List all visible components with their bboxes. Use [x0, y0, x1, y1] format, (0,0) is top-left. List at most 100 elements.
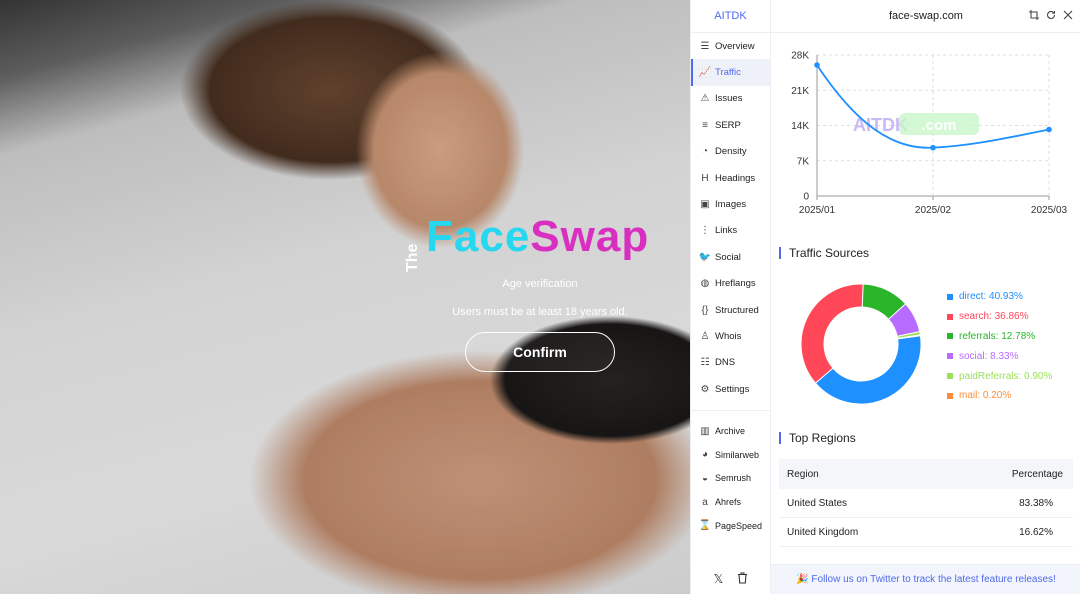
sidebar-item-headings[interactable]: H Headings: [691, 165, 770, 191]
aitdk-panel: AITDK ☰ Overview 📈 Traffic ⚠ Issues ≡ SERP ◔ Dens…: [690, 0, 1080, 594]
sidebar-item-label: Headings: [715, 172, 756, 184]
external-link-label: Semrush: [715, 473, 752, 484]
domain-title: face-swap.com: [889, 10, 963, 22]
y-tick-label: 28K: [791, 51, 809, 62]
pagespeed-icon: ⌛: [698, 520, 712, 532]
legend-label: paidReferrals: 0.90%: [959, 370, 1053, 382]
crop-icon[interactable]: [1029, 10, 1039, 23]
x-tick-label: 2025/01: [799, 205, 836, 216]
legend-item[interactable]: referrals: 12.78%: [947, 327, 1052, 347]
chart-icon: 📈: [698, 67, 712, 79]
legend-swatch: [947, 313, 953, 320]
data-point[interactable]: [1046, 126, 1052, 133]
warning-icon: ⚠: [700, 93, 710, 105]
sidebar-item-density[interactable]: ◔ Density: [691, 139, 770, 165]
sidebar: AITDK ☰ Overview 📈 Traffic ⚠ Issues ≡ SERP ◔ Dens…: [691, 0, 771, 594]
sidebar-item-label: SERP: [715, 119, 741, 131]
legend-item[interactable]: social: 8.33%: [947, 346, 1052, 366]
hero-scrim: [0, 0, 690, 594]
traffic-line-chart: 28K21K14K7K02025/01 2025/02 2025/03AITDK .c…: [791, 51, 1068, 217]
faceswap-logo: The Face Swap: [404, 212, 650, 272]
logo-swap: Swap: [530, 212, 650, 261]
sidebar-item-social[interactable]: 🐦 Social: [691, 244, 770, 270]
table-row: United States 83.38%: [779, 489, 1073, 518]
hero-background: The Face Swap Age verification Users mus…: [0, 0, 690, 594]
logo-the: The: [404, 243, 421, 272]
braces-icon: {}: [701, 304, 709, 316]
legend-swatch: [947, 373, 953, 380]
legend-item[interactable]: direct: 40.93%: [947, 287, 1052, 307]
sidebar-item-serp[interactable]: ≡ SERP: [691, 112, 770, 138]
y-tick-label: 7K: [797, 156, 810, 167]
sidebar-item-label: Density: [715, 146, 747, 158]
legend-item[interactable]: paidReferrals: 0.90%: [947, 366, 1052, 386]
sidebar-item-issues[interactable]: ⚠ Issues: [691, 86, 770, 112]
close-icon[interactable]: [1063, 10, 1073, 23]
sidebar-footer: 𝕏: [691, 564, 771, 594]
sidebar-item-label: Links: [715, 225, 738, 237]
sidebar-item-label: Traffic: [715, 67, 741, 79]
brand-title: AITDK: [691, 0, 770, 33]
sidebar-nav: ☰ Overview 📈 Traffic ⚠ Issues ≡ SERP ◔ Density H He…: [691, 33, 770, 402]
sidebar-item-dns[interactable]: ☷ DNS: [691, 350, 770, 376]
data-point[interactable]: [814, 62, 820, 68]
regions-table: Region Percentage United States 83.38% Uni…: [779, 459, 1073, 547]
y-tick-label: 14K: [791, 121, 809, 132]
y-tick-label: 0: [803, 192, 809, 203]
external-link-ahrefs[interactable]: a Ahrefs: [691, 490, 770, 514]
sidebar-item-traffic[interactable]: 📈 Traffic: [691, 59, 770, 87]
legend-label: mail: 0.20%: [959, 390, 1012, 402]
sidebar-item-label: Settings: [715, 383, 750, 395]
table-row: United Kingdom 16.62%: [779, 518, 1073, 547]
region-column-header: Region: [787, 468, 819, 480]
legend-label: search: 36.86%: [959, 311, 1029, 323]
legend-swatch: [947, 353, 953, 360]
region-cell: United Kingdom: [787, 526, 859, 538]
gear-icon: ⚙: [700, 383, 710, 395]
server-icon: ☷: [700, 357, 710, 369]
globe-icon: ◍: [700, 278, 710, 290]
percentage-column-header: Percentage: [1011, 468, 1063, 480]
refresh-icon[interactable]: [1046, 10, 1056, 23]
density-icon: ◔: [701, 146, 709, 158]
bird-icon: 🐦: [698, 251, 712, 263]
sidebar-item-structured[interactable]: {} Structured: [691, 297, 770, 323]
traffic-sources-title: Traffic Sources: [779, 247, 869, 259]
trash-icon[interactable]: [737, 571, 748, 587]
region-cell: United States: [787, 497, 848, 509]
external-link-archive[interactable]: ▥ Archive: [691, 419, 770, 443]
twitter-promo-bar[interactable]: 🎉 Follow us on Twitter to track the late…: [771, 564, 1080, 594]
legend-swatch: [947, 293, 953, 300]
archive-icon: ▥: [700, 425, 710, 437]
logo-face: Face: [426, 212, 531, 261]
confirm-button[interactable]: Confirm: [465, 332, 615, 372]
links-icon: ⋮: [700, 225, 710, 237]
sidebar-item-label: Structured: [715, 304, 759, 316]
sidebar-item-label: Issues: [715, 93, 743, 105]
legend-label: direct: 40.93%: [959, 291, 1023, 303]
sidebar-item-label: Whois: [715, 330, 742, 342]
external-link-similarweb[interactable]: ◕ Similarweb: [691, 443, 770, 467]
toolbar: [1029, 10, 1073, 23]
sidebar-item-overview[interactable]: ☰ Overview: [691, 33, 770, 59]
sidebar-item-images[interactable]: ▣ Images: [691, 191, 770, 217]
legend-item[interactable]: mail: 0.20%: [947, 386, 1052, 406]
legend-label: social: 8.33%: [959, 350, 1019, 362]
donut-slice[interactable]: [800, 283, 864, 384]
list-icon: ☰: [700, 40, 710, 52]
heading-icon: H: [701, 172, 709, 184]
sidebar-item-links[interactable]: ⋮ Links: [691, 218, 770, 244]
data-point[interactable]: [930, 144, 936, 151]
legend-label: referrals: 12.78%: [959, 330, 1036, 342]
sidebar-item-whois[interactable]: ♙ Whois: [691, 323, 770, 349]
sidebar-item-hreflangs[interactable]: ◍ Hreflangs: [691, 271, 770, 297]
x-icon[interactable]: 𝕏: [714, 572, 724, 586]
percentage-cell: 83.38%: [1019, 497, 1053, 509]
legend-item[interactable]: search: 36.86%: [947, 307, 1052, 327]
x-tick-label: 2025/03: [1031, 205, 1068, 216]
external-link-semrush[interactable]: ◒ Semrush: [691, 467, 770, 491]
similarweb-icon: ◕: [701, 449, 709, 461]
sidebar-item-settings[interactable]: ⚙ Settings: [691, 376, 770, 402]
external-link-label: Ahrefs: [715, 497, 742, 508]
external-link-pagespeed[interactable]: ⌛ PageSpeed: [691, 514, 770, 538]
